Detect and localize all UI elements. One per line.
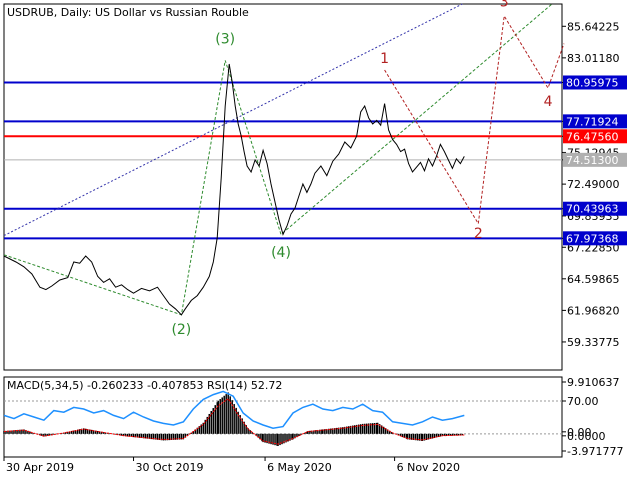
y-tick-label-12: 64.59865	[567, 273, 620, 286]
chart-canvas: (2)(3)(4)1234 85.6422583.0118075.1294572…	[3, 0, 627, 474]
y-tick-label-0: 85.64225	[567, 20, 620, 33]
main-panel-frame	[3, 3, 563, 371]
y-tick-label-1: 83.01180	[567, 52, 620, 65]
x-tick-label-2: 6 May 2020	[267, 461, 332, 474]
wave-label-green-0: (2)	[171, 322, 191, 338]
indicator-tick-label-3: 0.0000	[567, 430, 606, 443]
level-label-2: 76.47560	[566, 130, 619, 143]
y-tick-label-14: 59.33775	[567, 336, 620, 349]
wave-label-green-1: (3)	[215, 32, 235, 48]
x-tick-label-0: 30 Apr 2019	[6, 461, 74, 474]
wave-label-red-1: 2	[474, 226, 483, 242]
level-label-5: 67.97368	[566, 232, 619, 245]
chart-title: USDRUB, Daily: US Dollar vs Russian Roub…	[7, 6, 249, 19]
level-label-4: 70.43963	[566, 203, 619, 216]
wave-label-red-0: 1	[380, 51, 389, 67]
level-label-0: 80.95975	[566, 76, 619, 89]
x-tick-label-3: 6 Nov 2020	[397, 461, 460, 474]
level-label-1: 77.71924	[566, 115, 619, 128]
y-tick-label-7: 72.49000	[567, 178, 620, 191]
wave-label-red-3: 4	[544, 94, 553, 110]
wave-label-green-2: (4)	[271, 245, 291, 261]
indicator-title: MACD(5,34,5) -0.260233 -0.407853 RSI(14)…	[7, 379, 282, 392]
indicator-tick-label-1: 70.00	[567, 395, 599, 408]
x-tick-label-1: 30 Oct 2019	[136, 461, 204, 474]
wave-label-red-2: 3	[500, 0, 509, 10]
level-label-3: 74.51300	[566, 154, 619, 167]
indicator-tick-label-4: -3.971777	[567, 445, 623, 458]
y-tick-label-13: 61.96820	[567, 304, 620, 317]
x-axis: 30 Apr 2019 30 Oct 2019 6 May 2020 6 Nov 20…	[3, 457, 460, 474]
indicator-tick-label-0: 9.910637	[567, 376, 620, 389]
usdrub-chart: (2)(3)(4)1234 85.6422583.0118075.1294572…	[0, 0, 640, 480]
y-axis: 85.6422583.0118075.1294572.4900069.83935…	[562, 20, 620, 349]
